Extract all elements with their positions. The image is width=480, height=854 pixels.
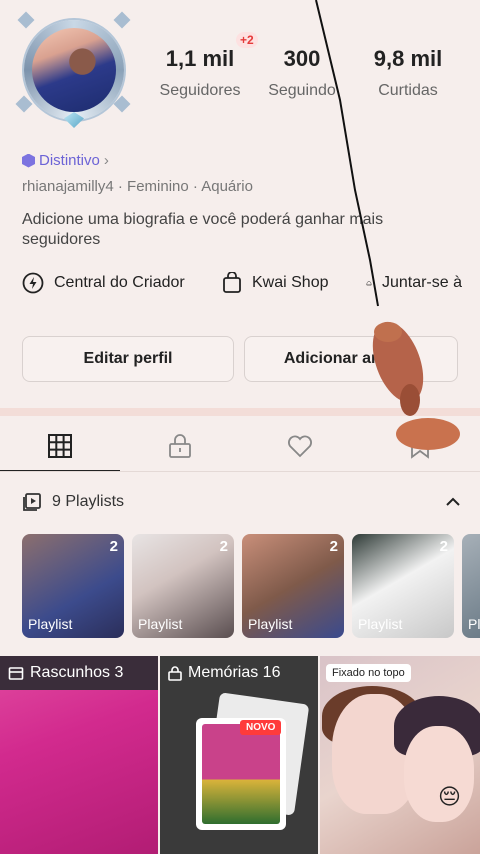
section-divider <box>0 408 480 416</box>
lock-icon <box>169 434 191 458</box>
followers-count: 1,1 mil <box>165 46 235 71</box>
playlists-header[interactable]: 9 Playlists <box>22 492 462 512</box>
avatar-frame-ornament-icon <box>15 95 33 113</box>
creator-center-link[interactable]: Central do Criador <box>22 272 222 294</box>
lock-icon <box>168 666 182 681</box>
creator-bolt-icon <box>22 272 44 294</box>
playlist-card[interactable]: 2 Playlist <box>352 534 454 638</box>
creator-center-label: Central do Criador <box>54 274 185 291</box>
following-stat[interactable]: 300 Seguindo <box>262 46 342 100</box>
chevron-right-icon: › <box>103 152 109 169</box>
playlist-count: 2 <box>109 538 118 555</box>
profile-meta: rhianajamilly4 · Feminino · Aquário <box>22 178 253 195</box>
playlist-caption: Playlist <box>28 616 73 632</box>
grid-icon <box>48 434 72 458</box>
playlist-caption: Playlist <box>138 616 183 632</box>
memories-label: Memórias 16 <box>188 664 281 681</box>
shopping-bag-icon <box>223 272 241 293</box>
playlist-card[interactable]: 2 Playlist <box>242 534 344 638</box>
new-badge: NOVO <box>240 720 282 735</box>
content-tabs <box>0 420 480 472</box>
join-community-link[interactable]: Juntar-se à <box>366 272 462 294</box>
playlist-card[interactable]: 2 Playlist <box>22 534 124 638</box>
following-label: Seguindo <box>268 82 336 99</box>
playlist-caption: Playlist <box>248 616 293 632</box>
tab-private[interactable] <box>120 420 240 472</box>
new-followers-badge: +2 <box>236 32 258 48</box>
tab-grid[interactable] <box>0 420 120 472</box>
playlist-card[interactable]: Pla <box>462 534 480 638</box>
add-friends-button[interactable]: Adicionar amigos <box>244 336 458 382</box>
pinned-badge: Fixado no topo <box>326 664 411 682</box>
playlist-row: 2 Playlist 2 Playlist 2 Playlist 2 Playl… <box>22 534 480 638</box>
followers-label: Seguidores <box>159 82 241 99</box>
badge-hexagon-icon <box>22 153 35 168</box>
bio-placeholder[interactable]: Adicione uma biografia e você poderá gan… <box>22 210 462 250</box>
drafts-label-wrap: Rascunhos 3 <box>8 664 123 682</box>
video-grid: Rascunhos 3 Memórias 16 NOVO 😔 Fixado no… <box>0 656 480 854</box>
memories-label-wrap: Memórias 16 <box>168 664 280 682</box>
tab-bookmarks[interactable] <box>360 420 480 472</box>
avatar-image <box>32 28 116 112</box>
playlist-count: 2 <box>329 538 338 555</box>
playlist-icon <box>23 493 41 511</box>
kwai-shop-label: Kwai Shop <box>252 274 329 291</box>
playlist-count: 2 <box>219 538 228 555</box>
bookmark-icon <box>411 434 429 459</box>
avatar-frame-ornament-icon <box>113 11 131 29</box>
playlists-count-label: 9 Playlists <box>52 493 125 510</box>
memory-photo <box>202 724 280 824</box>
pinned-video-tile[interactable]: 😔 Fixado no topo <box>320 656 480 854</box>
heart-icon <box>288 435 312 458</box>
profile-page: 1,1 mil Seguidores +2 300 Seguindo 9,8 m… <box>0 0 480 854</box>
tabs-underline <box>0 471 480 472</box>
likes-stat[interactable]: 9,8 mil Curtidas <box>360 46 456 100</box>
quick-links: Central do Criador Kwai Shop Juntar-se à <box>22 272 462 294</box>
followers-stat[interactable]: 1,1 mil Seguidores <box>150 46 250 100</box>
badge-link[interactable]: Distintivo › <box>22 152 109 169</box>
avatar[interactable] <box>15 11 131 134</box>
likes-count: 9,8 mil <box>373 46 443 71</box>
community-icon <box>366 281 372 286</box>
playlist-count: 2 <box>439 538 448 555</box>
drafts-tile[interactable]: Rascunhos 3 <box>0 656 158 854</box>
avatar-frame-ornament-icon <box>17 11 35 29</box>
likes-label: Curtidas <box>378 82 438 99</box>
kwai-shop-link[interactable]: Kwai Shop <box>222 272 366 294</box>
playlist-caption: Playlist <box>358 616 403 632</box>
sad-face-emoji: 😔 <box>438 784 461 809</box>
memories-tile[interactable]: Memórias 16 NOVO <box>160 656 318 854</box>
join-community-label: Juntar-se à <box>381 274 462 291</box>
following-count: 300 <box>283 46 321 71</box>
playlist-caption: Pla <box>468 616 480 632</box>
edit-profile-button[interactable]: Editar perfil <box>22 336 234 382</box>
tab-liked[interactable] <box>240 420 360 472</box>
drafts-label: Rascunhos 3 <box>30 664 124 681</box>
drafts-box-icon <box>8 667 24 680</box>
badge-label: Distintivo <box>39 152 100 169</box>
chevron-up-icon[interactable] <box>444 493 462 511</box>
playlist-card[interactable]: 2 Playlist <box>132 534 234 638</box>
avatar-frame-ornament-icon <box>113 95 131 113</box>
